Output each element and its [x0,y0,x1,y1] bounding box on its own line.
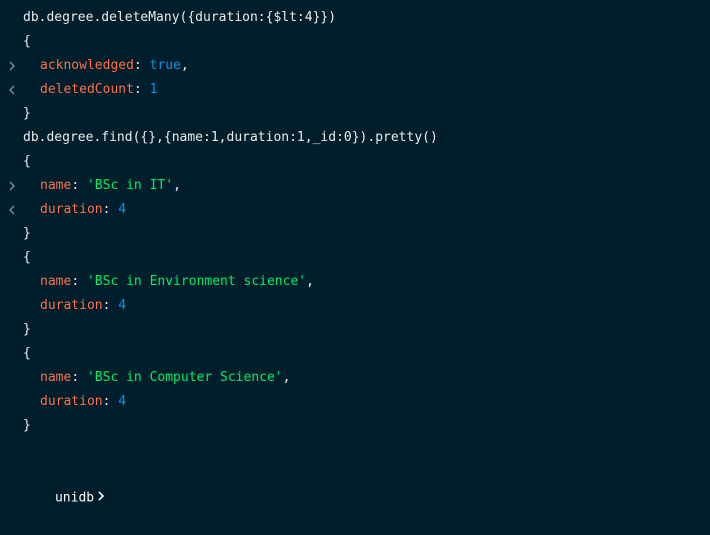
field-key: name [40,274,72,289]
chevron-right-icon [8,126,20,191]
document-field: duration: 4 [40,394,127,409]
chevron-left-icon [8,30,20,95]
field-key: acknowledged [40,58,134,73]
result-field: acknowledged: true, [40,58,189,73]
field-value: 4 [118,394,127,409]
document-field: name: 'BSc in Computer Science', [40,370,291,385]
document-field: name: 'BSc in Environment science', [40,274,314,289]
close-line: } [0,414,710,438]
open-brace: { [23,34,31,49]
command-text: db.degree.deleteMany({duration:{$lt:4}}) [23,10,337,25]
mongosh-terminal: db.degree.deleteMany({duration:{$lt:4}})… [0,0,710,506]
field-value: 4 [118,298,127,313]
close-brace: } [23,322,31,337]
close-brace: } [23,106,31,121]
field-value: true [149,58,181,73]
field-key: name [40,178,72,193]
command-text: db.degree.find({},{name:1,duration:1,_id… [23,130,438,145]
close-line: } [0,318,710,342]
command-line: db.degree.deleteMany({duration:{$lt:4}}) [0,6,710,71]
document-field: name: 'BSc in IT', [40,178,181,193]
field-value: 4 [118,202,127,217]
result-field: deletedCount: 1 [40,82,158,97]
field-key: duration [40,202,103,217]
field-value: 'BSc in Environment science' [86,274,307,289]
chevron-left-icon [8,150,20,215]
prompt-db-name: unidb [54,490,95,506]
output-line: { [0,150,710,215]
command-line: db.degree.find({},{name:1,duration:1,_id… [0,126,710,191]
field-value: 'BSc in Computer Science' [86,370,283,385]
close-brace: } [23,226,31,241]
document-field: duration: 4 [40,298,127,313]
document-field: duration: 4 [40,202,127,217]
open-line: { [0,246,710,270]
chevron-right-icon [97,486,105,510]
shell-input[interactable] [105,490,305,506]
field-key: deletedCount [40,82,134,97]
field-value: 'BSc in IT' [86,178,174,193]
open-brace: { [23,154,31,169]
field-key: duration [40,298,103,313]
close-brace: } [23,418,31,433]
field-key: duration [40,394,103,409]
prompt-line[interactable]: unidb [0,438,710,506]
close-line: } [0,222,710,246]
close-line: } [0,102,710,126]
open-brace: { [23,250,31,265]
open-line: { [0,342,710,366]
chevron-right-icon [8,6,20,71]
open-brace: { [23,346,31,361]
field-value: 1 [149,82,158,97]
output-line: { [0,30,710,95]
field-key: name [40,370,72,385]
